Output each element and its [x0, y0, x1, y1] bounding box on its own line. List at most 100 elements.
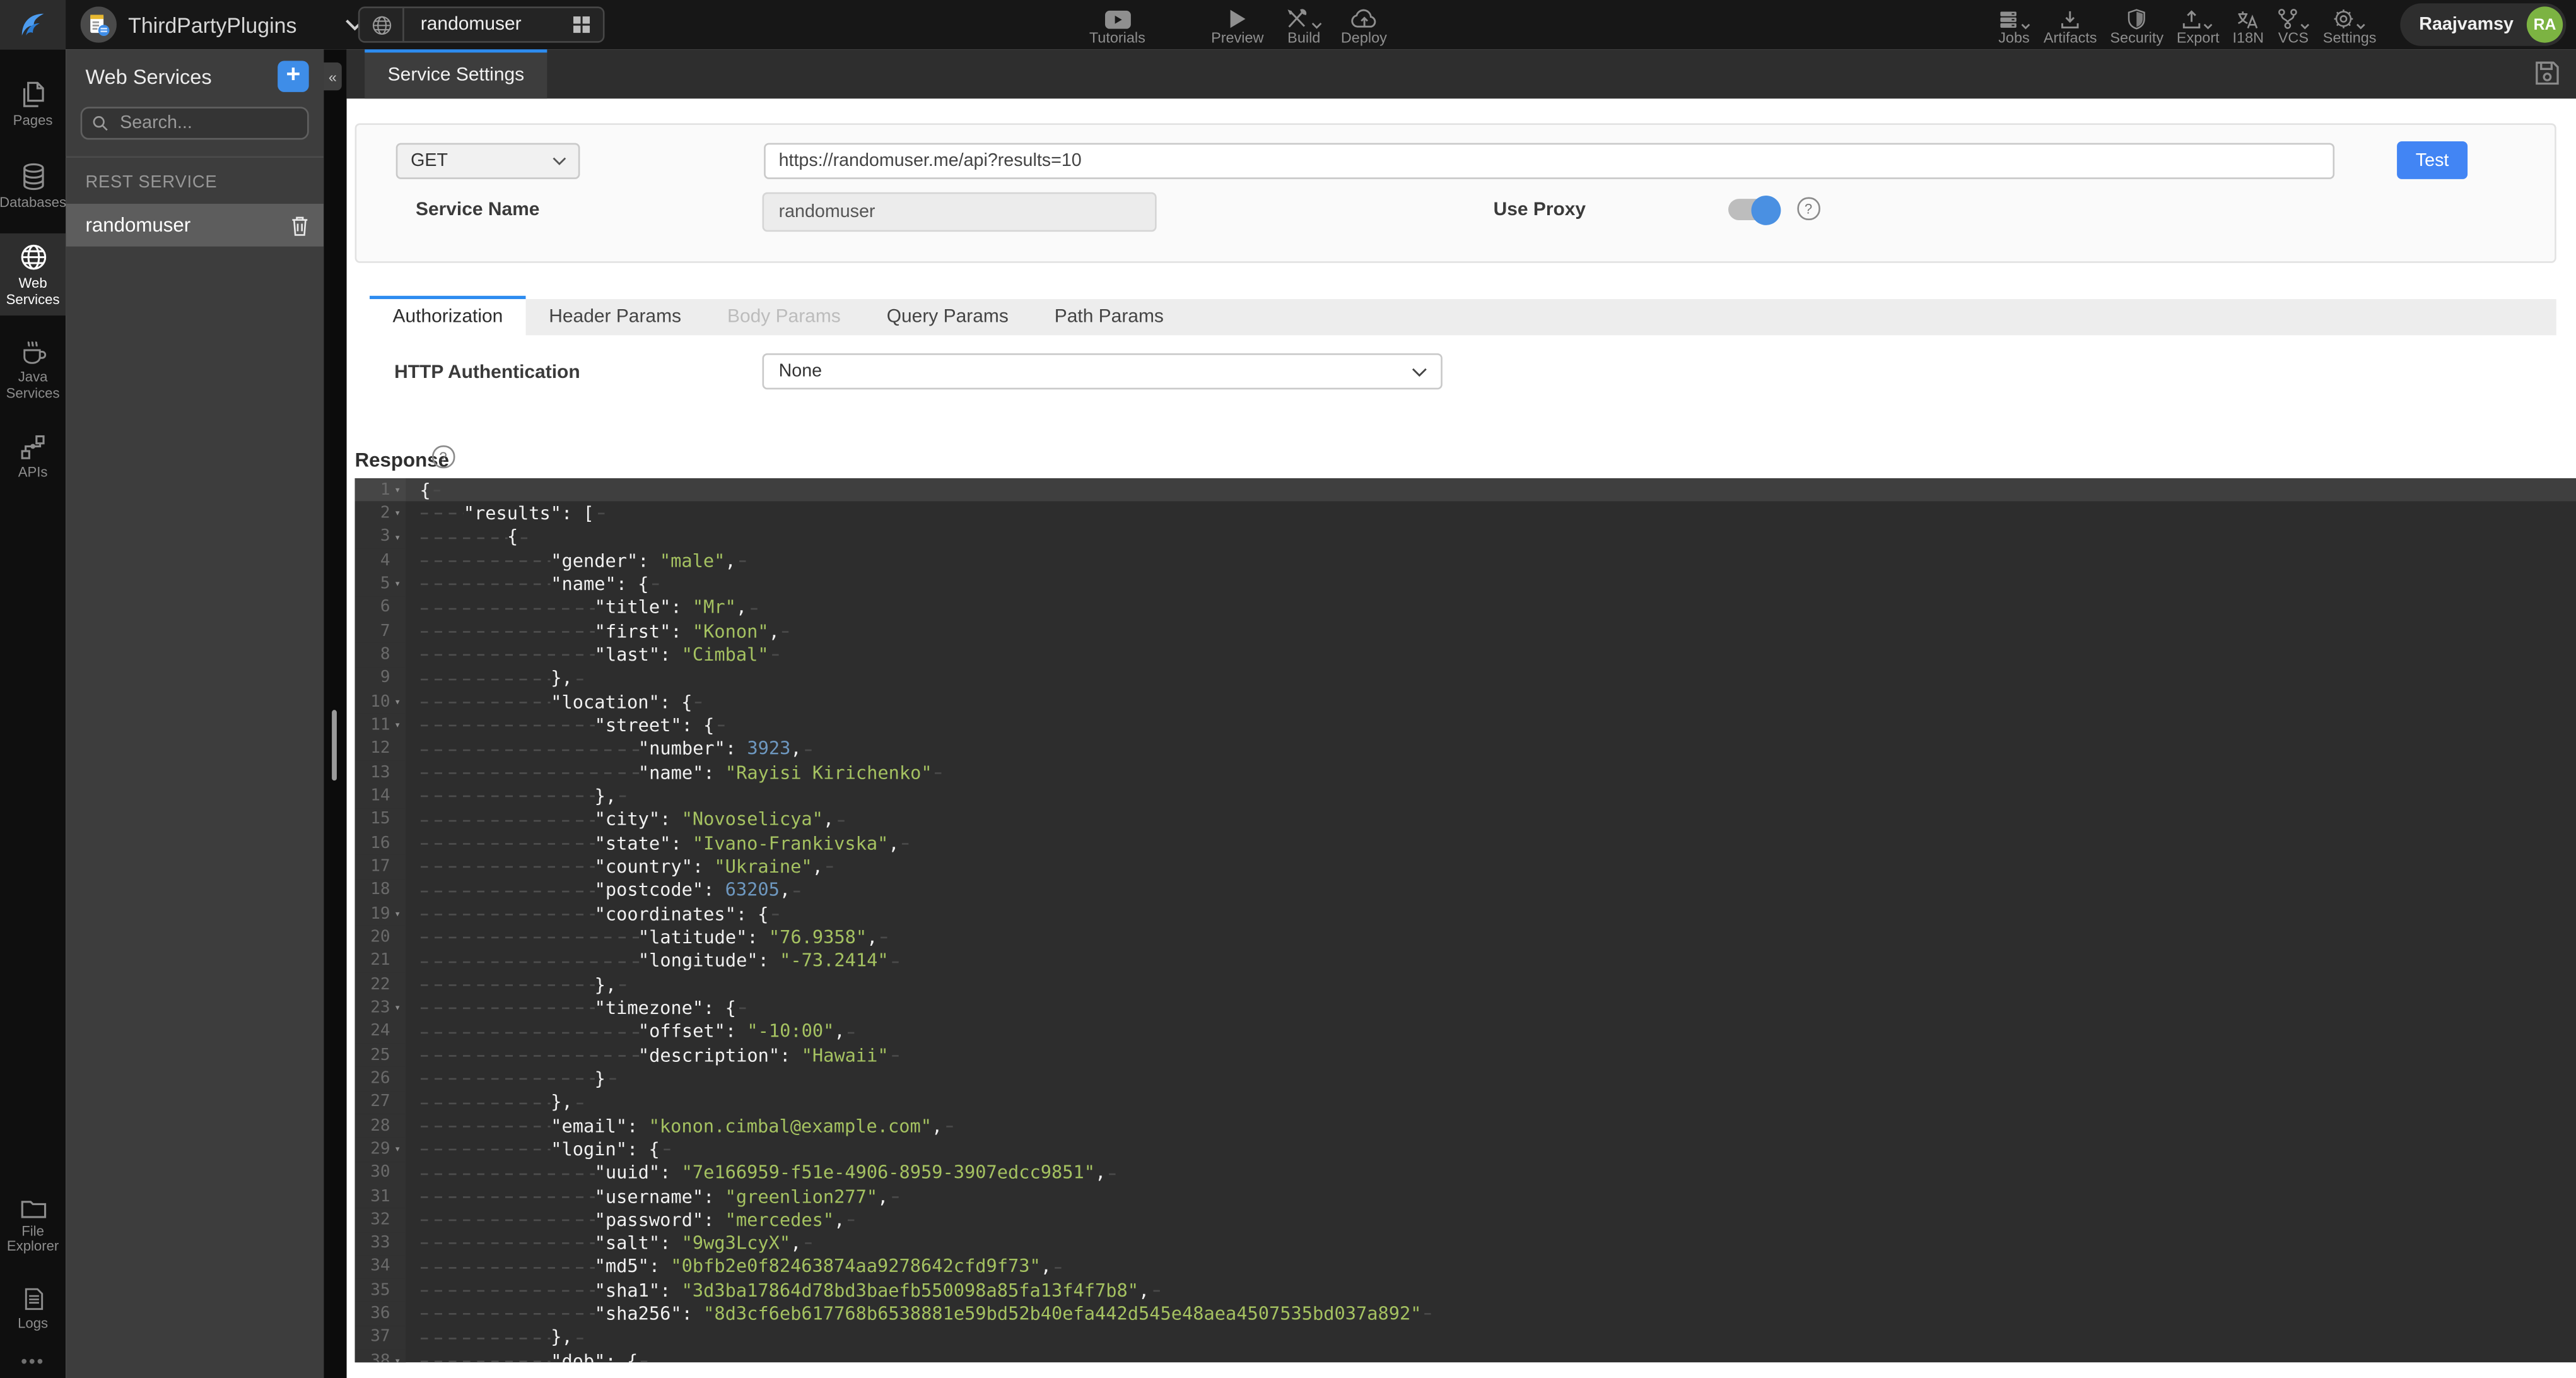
code-line[interactable]: 19▾"coordinates": {: [354, 902, 2576, 926]
code-line[interactable]: 20"latitude": "76.9358",: [354, 926, 2576, 949]
code-line[interactable]: 31"username": "greenlion277",: [354, 1185, 2576, 1208]
chevron-down-icon: [2356, 22, 2367, 28]
code-line[interactable]: 33"salt": "9wg3LcyX",: [354, 1232, 2576, 1255]
i18n-button[interactable]: I18N: [2226, 0, 2270, 49]
code-line[interactable]: 1▾{: [354, 478, 2576, 502]
code-line[interactable]: 4"gender": "male",: [354, 549, 2576, 572]
request-url-input[interactable]: [764, 143, 2334, 179]
code-line[interactable]: 21"longitude": "-73.2414": [354, 949, 2576, 972]
sidebar-item-logs[interactable]: Logs: [0, 1277, 66, 1340]
code-line[interactable]: 32"password": "mercedes",: [354, 1208, 2576, 1232]
project-selector[interactable]: ThirdPartyPlugins: [81, 6, 365, 42]
proxy-help-icon[interactable]: ?: [1797, 197, 1819, 220]
sidebar-item-apis[interactable]: APIs: [0, 424, 66, 489]
upload-icon: [2182, 9, 2202, 28]
test-button[interactable]: Test: [2397, 141, 2468, 179]
globe-icon: [19, 244, 47, 271]
http-method-select[interactable]: GET: [396, 143, 580, 179]
sidebar-item-pages[interactable]: Pages: [0, 71, 66, 138]
sidebar-item-databases[interactable]: Databases: [0, 152, 66, 219]
chevron-down-icon: [2300, 22, 2310, 28]
artifacts-button[interactable]: Artifacts: [2037, 0, 2104, 49]
code-line[interactable]: 3▾{: [354, 526, 2576, 549]
preview-button[interactable]: Preview: [1211, 0, 1263, 49]
grid-icon[interactable]: [571, 15, 591, 34]
http-authentication-label: HTTP Authentication: [394, 363, 580, 383]
settings-button[interactable]: Settings: [2316, 0, 2383, 49]
code-line[interactable]: 18"postcode": 63205,: [354, 878, 2576, 902]
rail-bottom-group: File Explorer Logs •••: [0, 1188, 66, 1370]
code-line[interactable]: 17"country": "Ukraine",: [354, 855, 2576, 878]
build-button[interactable]: Build: [1285, 0, 1323, 49]
code-line[interactable]: 11▾"street": {: [354, 714, 2576, 737]
response-help-icon[interactable]: ?: [432, 445, 454, 468]
sidebar-item-web-services[interactable]: Web Services: [0, 233, 66, 315]
http-authentication-select[interactable]: None: [763, 353, 1443, 389]
delete-service-icon[interactable]: [291, 215, 309, 236]
save-icon[interactable]: [2533, 59, 2561, 87]
code-line[interactable]: 6"title": "Mr",: [354, 596, 2576, 620]
code-line[interactable]: 38▾"dob": {: [354, 1350, 2576, 1362]
service-name-input[interactable]: [763, 192, 1157, 232]
code-line[interactable]: 29▾"login": {: [354, 1138, 2576, 1161]
code-line[interactable]: 5▾"name": {: [354, 572, 2576, 596]
code-line[interactable]: 36"sha256": "8d3cf6eb617768b6538881e59bd…: [354, 1302, 2576, 1326]
code-line[interactable]: 10▾"location": {: [354, 690, 2576, 714]
topbar-tools: Jobs Artifacts Security Export I18N VCS: [1991, 0, 2567, 49]
server-stack-icon: [1998, 9, 2019, 28]
service-search[interactable]: [81, 107, 309, 139]
code-line[interactable]: 8"last": "Cimbal": [354, 643, 2576, 666]
more-options-icon[interactable]: •••: [21, 1353, 45, 1370]
search-input[interactable]: [117, 112, 298, 134]
collapse-panel-button[interactable]: «: [324, 62, 342, 90]
app-root: ThirdPartyPlugins randomuser Tutorials P…: [0, 0, 2576, 1378]
code-line[interactable]: 34"md5": "0bfb2e0f82463874aa9278642cfd9f…: [354, 1255, 2576, 1278]
tutorials-button[interactable]: Tutorials: [1089, 0, 1145, 49]
deploy-button[interactable]: Deploy: [1341, 0, 1387, 49]
tab-query-params[interactable]: Query Params: [864, 307, 1031, 327]
code-line[interactable]: 37},: [354, 1326, 2576, 1349]
code-line[interactable]: 14},: [354, 784, 2576, 808]
code-line[interactable]: 12"number": 3923,: [354, 737, 2576, 760]
code-line[interactable]: 9},: [354, 666, 2576, 690]
code-line[interactable]: 26}: [354, 1067, 2576, 1090]
code-line[interactable]: 24"offset": "-10:00",: [354, 1020, 2576, 1043]
sidebar-item-java-services[interactable]: Java Services: [0, 331, 66, 409]
tutorials-icon: [1103, 8, 1131, 29]
open-service-tab[interactable]: randomuser: [358, 6, 605, 42]
chevron-down-icon: [552, 156, 566, 166]
service-name-label: Service Name: [416, 201, 540, 220]
jobs-button[interactable]: Jobs: [1991, 0, 2037, 49]
response-code-editor[interactable]: 1▾{2▾"results": [3▾{4"gender": "male",5▾…: [354, 478, 2576, 1362]
tab-authorization[interactable]: Authorization: [370, 296, 526, 336]
code-line[interactable]: 2▾"results": [: [354, 502, 2576, 525]
tab-header-params[interactable]: Header Params: [526, 307, 705, 327]
service-tab-label: randomuser: [421, 15, 572, 34]
code-line[interactable]: 15"city": "Novoselicya",: [354, 808, 2576, 831]
tab-service-settings[interactable]: Service Settings: [365, 49, 547, 98]
shield-icon: [2128, 8, 2146, 29]
service-list-item-randomuser[interactable]: randomuser: [66, 204, 324, 247]
security-button[interactable]: Security: [2104, 0, 2170, 49]
code-line[interactable]: 16"state": "Ivano-Frankivska",: [354, 832, 2576, 855]
code-line[interactable]: 35"sha1": "3d3ba17864d78bd3baefb550098a8…: [354, 1279, 2576, 1302]
main-tab-bar: Service Settings: [347, 49, 2576, 98]
code-line[interactable]: 13"name": "Rayisi Kirichenko": [354, 761, 2576, 784]
code-line[interactable]: 27},: [354, 1090, 2576, 1114]
project-icon: [81, 6, 117, 42]
export-button[interactable]: Export: [2170, 0, 2227, 49]
add-service-button[interactable]: +: [278, 61, 308, 91]
tab-path-params[interactable]: Path Params: [1031, 307, 1186, 327]
app-logo[interactable]: [0, 0, 66, 49]
vcs-button[interactable]: VCS: [2270, 0, 2316, 49]
code-line[interactable]: 22},: [354, 973, 2576, 996]
use-proxy-toggle[interactable]: [1728, 199, 1776, 220]
code-line[interactable]: 28"email": "konon.cimbal@example.com",: [354, 1114, 2576, 1138]
panel-resize-handle[interactable]: [332, 710, 337, 780]
code-line[interactable]: 25"description": "Hawaii": [354, 1044, 2576, 1067]
code-line[interactable]: 30"uuid": "7e166959-f51e-4906-8959-3907e…: [354, 1161, 2576, 1184]
user-menu[interactable]: Raajvamsy RA: [2399, 3, 2566, 46]
sidebar-item-file-explorer[interactable]: File Explorer: [0, 1188, 66, 1264]
code-line[interactable]: 23▾"timezone": {: [354, 996, 2576, 1020]
code-line[interactable]: 7"first": "Konon",: [354, 620, 2576, 643]
